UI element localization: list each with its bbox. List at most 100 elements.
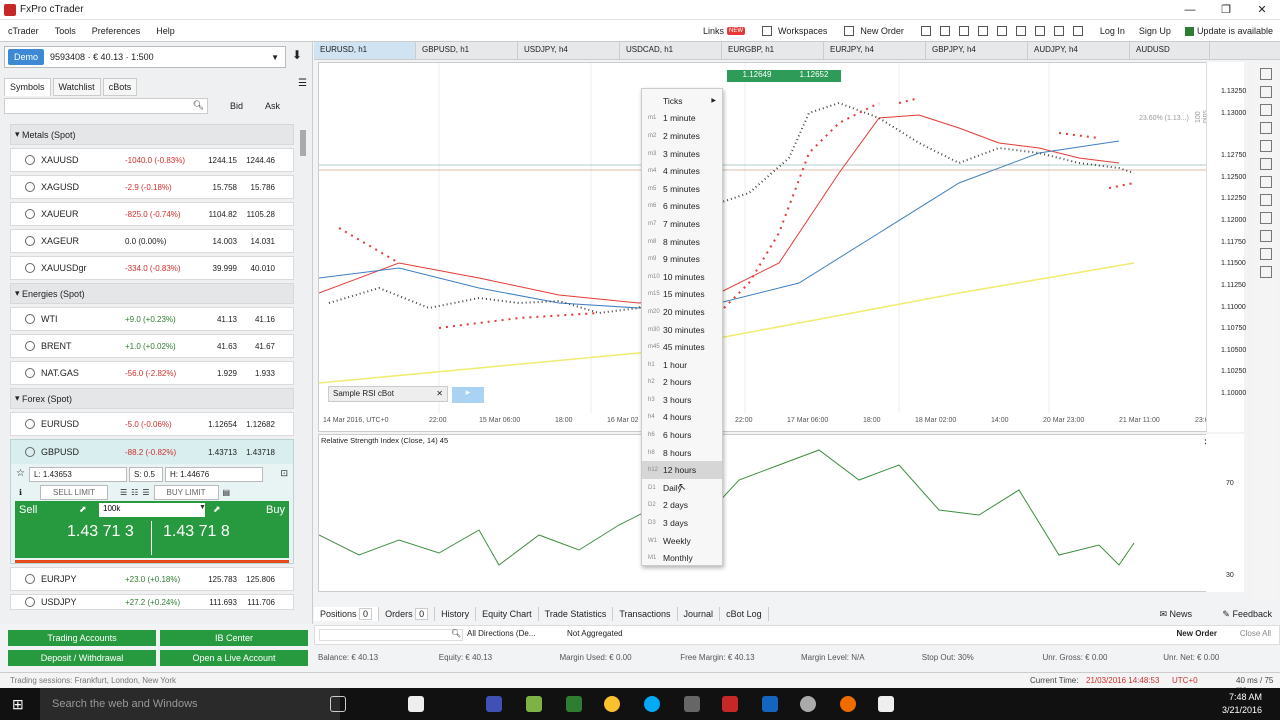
timeframe-item[interactable]: m7 7 minutes xyxy=(642,215,722,233)
camera-icon[interactable] xyxy=(1260,248,1272,260)
windows-start-icon[interactable]: ⊞ xyxy=(12,696,24,713)
timeframe-item[interactable]: h4 4 hours xyxy=(642,409,722,427)
timeframe-item[interactable]: m9 9 minutes xyxy=(642,250,722,268)
list-view-icon[interactable]: ☰ xyxy=(298,78,307,89)
timeframe-item[interactable]: h8 8 hours xyxy=(642,444,722,462)
chart-tab[interactable]: EURUSD, h1 xyxy=(314,42,416,59)
chart-tab[interactable]: EURJPY, h4 xyxy=(824,42,926,59)
timeframe-item[interactable]: m4 4 minutes xyxy=(642,162,722,180)
tab-journal[interactable]: Journal xyxy=(678,607,721,621)
login-button[interactable]: Log In xyxy=(1093,26,1132,36)
timeframe-item[interactable]: m15 15 minutes xyxy=(642,286,722,304)
taskbar-clock[interactable]: 7:48 AM 3/21/2016 xyxy=(1222,691,1262,717)
ticket-icon[interactable]: ▤ xyxy=(223,488,231,497)
chart-tab[interactable]: EURGBP, h1 xyxy=(722,42,824,59)
cursor-icon[interactable] xyxy=(1260,68,1272,80)
ctrader-icon[interactable] xyxy=(722,696,738,712)
symbol-row-xauusd[interactable]: XAUUSD -1040.0 (-0.83%) 1244.15 1244.46 xyxy=(10,148,294,172)
depth-icon[interactable]: ☰ xyxy=(120,488,127,497)
skype-icon[interactable] xyxy=(644,696,660,712)
price-chart[interactable]: 1.12649 1.12652 23.60% (1.13...) 100 pip… xyxy=(318,62,1217,432)
line-icon[interactable] xyxy=(1260,104,1272,116)
links-button[interactable]: Links NEW xyxy=(696,26,752,36)
cbot-play-button[interactable]: ▸ xyxy=(452,387,484,403)
symbol-row-xauusdgr[interactable]: XAUUSDgr -334.0 (-0.83%) 39.999 40.010 xyxy=(10,256,294,280)
ellipse-icon[interactable] xyxy=(1260,212,1272,224)
timeframe-item[interactable]: M1 Monthly xyxy=(642,549,722,567)
tab-orders[interactable]: Orders 0 xyxy=(379,607,436,621)
close-icon[interactable]: ✕ xyxy=(1244,0,1280,20)
timeframe-item[interactable]: D1 Daily ↖ xyxy=(642,479,722,497)
chart-tab[interactable]: AUDJPY, h4 xyxy=(1028,42,1130,59)
chart-sell-price[interactable]: 1.12649 xyxy=(727,70,787,82)
close-all-button[interactable]: Close All xyxy=(1240,629,1271,638)
timeframe-item[interactable]: m8 8 minutes xyxy=(642,233,722,251)
symbol-row-xaueur[interactable]: XAUEUR -825.0 (-0.74%) 1104.82 1105.28 xyxy=(10,202,294,226)
minimize-icon[interactable]: — xyxy=(1172,0,1208,20)
account-selector[interactable]: Demo 9593408 · € 40.13 · 1:500 ▼ xyxy=(4,46,286,68)
expand-icon[interactable]: ⬈ xyxy=(79,504,87,515)
new-order-button[interactable]: New Order xyxy=(834,26,911,36)
symbol-row-eurjpy[interactable]: EURJPY +23.0 (+0.18%) 125.783 125.806 xyxy=(10,567,294,591)
tab-positions[interactable]: Positions 0 xyxy=(314,607,380,621)
chart-tab[interactable]: USDCAD, h1 xyxy=(620,42,722,59)
text-icon[interactable] xyxy=(1260,176,1272,188)
sidebar-scrollbar[interactable] xyxy=(300,130,306,156)
depth2-icon[interactable]: ☷ xyxy=(131,488,138,497)
rectangle-icon[interactable] xyxy=(1260,194,1272,206)
directions-select[interactable]: All Directions (De... xyxy=(467,629,535,638)
update-notice[interactable]: Update is available xyxy=(1178,26,1280,36)
firefox-icon[interactable] xyxy=(840,696,856,712)
timeframe-item[interactable]: m45 45 minutes xyxy=(642,338,722,356)
taskbar-search-input[interactable]: Search the web and Windows xyxy=(40,688,340,720)
hand-icon[interactable] xyxy=(996,26,1007,36)
channel-icon[interactable] xyxy=(1260,140,1272,152)
sell-limit-button[interactable]: SELL LIMIT xyxy=(40,485,108,500)
chart-tab[interactable]: GBPJPY, h4 xyxy=(926,42,1028,59)
mail-icon[interactable] xyxy=(1034,26,1045,36)
chrome-icon[interactable] xyxy=(604,696,620,712)
timeframe-item[interactable]: m30 30 minutes xyxy=(642,321,722,339)
timeframe-item[interactable]: m10 10 minutes xyxy=(642,268,722,286)
symbol-row-brent[interactable]: BRENT +1.0 (+0.02%) 41.63 41.67 xyxy=(10,334,294,358)
camera-icon[interactable] xyxy=(1015,26,1026,36)
info-icon[interactable]: ℹ xyxy=(19,488,22,497)
app-icon[interactable] xyxy=(526,696,542,712)
trendline-icon[interactable] xyxy=(1260,122,1272,134)
window-icon[interactable] xyxy=(920,26,931,36)
timeframe-item[interactable]: m2 2 minutes xyxy=(642,127,722,145)
group-forex[interactable]: ▾ Forex (Spot) xyxy=(10,388,294,409)
symbol-row-xagusd[interactable]: XAGUSD -2.9 (-0.18%) 15.758 15.786 xyxy=(10,175,294,199)
timeframe-item[interactable]: h1 1 hour xyxy=(642,356,722,374)
chart-tab[interactable]: USDJPY, h4 xyxy=(518,42,620,59)
aggregation-select[interactable]: Not Aggregated xyxy=(567,629,623,638)
menu-ctrader[interactable]: cTrader xyxy=(0,26,47,36)
symbol-search-input[interactable]: 🔍︎ xyxy=(4,98,208,114)
tab-trade-statistics[interactable]: Trade Statistics xyxy=(539,607,614,621)
buy-limit-button[interactable]: BUY LIMIT xyxy=(153,485,219,500)
tab-watchlist[interactable]: Watchlist xyxy=(52,78,101,96)
triangle-icon[interactable] xyxy=(1260,230,1272,242)
group-energies[interactable]: ▾ Energies (Spot) xyxy=(10,283,294,304)
settings-icon[interactable] xyxy=(977,26,988,36)
quantity-input[interactable]: 100k xyxy=(99,503,205,517)
timeframe-item[interactable]: h3 3 hours xyxy=(642,391,722,409)
menu-preferences[interactable]: Preferences xyxy=(84,26,149,36)
timeframe-item[interactable]: h2 2 hours xyxy=(642,374,722,392)
tab-transactions[interactable]: Transactions xyxy=(613,607,678,621)
symbol-row-natgas[interactable]: NAT.GAS -56.0 (-2.82%) 1.929 1.933 xyxy=(10,361,294,385)
file-icon[interactable] xyxy=(878,696,894,712)
open-live-account-button[interactable]: Open a Live Account xyxy=(160,650,308,666)
chart-icon[interactable]: ⊡ xyxy=(280,468,288,479)
timezone-select[interactable]: UTC+0 xyxy=(1172,676,1198,685)
timeframe-item[interactable]: D3 3 days xyxy=(642,514,722,532)
news-button[interactable]: ✉ News xyxy=(1159,609,1192,620)
file-icon[interactable] xyxy=(408,696,424,712)
timeframe-item[interactable]: m6 6 minutes xyxy=(642,198,722,216)
depth3-icon[interactable]: ☰ xyxy=(142,488,149,497)
sell-button[interactable]: Sell xyxy=(19,504,37,516)
chat-icon[interactable] xyxy=(958,26,969,36)
buy-price[interactable]: 1.43 71 8 xyxy=(163,523,230,541)
timeframe-item[interactable]: m20 20 minutes xyxy=(642,303,722,321)
timeframe-item[interactable]: D2 2 days xyxy=(642,497,722,515)
